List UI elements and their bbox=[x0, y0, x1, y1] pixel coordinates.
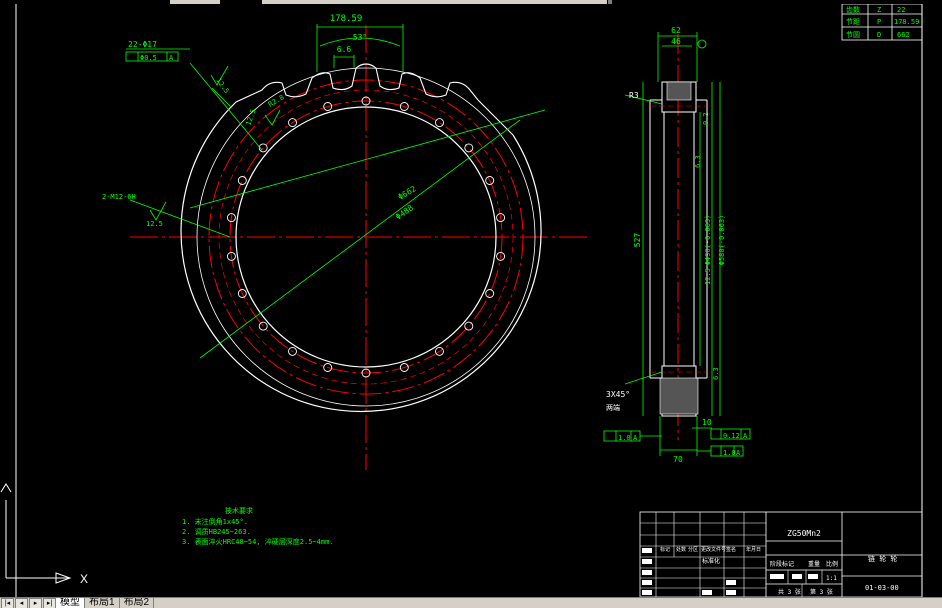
prev-tab-button[interactable]: ◂ bbox=[15, 598, 28, 608]
next-tab-button[interactable]: ▸ bbox=[29, 598, 42, 608]
tb-label-count: 处数 bbox=[676, 546, 686, 553]
thread-callout: 2-M12-6H bbox=[102, 193, 136, 201]
tech-notes: 技术要求 1. 未注倒角1x45°. 2. 调质HB245~263. 3. 表面… bbox=[182, 506, 334, 546]
tb-part-name: 链 轮 轮 bbox=[868, 554, 897, 563]
dim-dia-inner: Φ488 bbox=[394, 203, 415, 222]
layout-tab-bar: |◂ ◂ ▸ ▸| 模型 布局1 布局2 bbox=[0, 597, 942, 608]
top-toolbar-strip bbox=[0, 0, 942, 4]
bolt-hole bbox=[465, 144, 473, 152]
roughness-a: 0.2 bbox=[702, 112, 710, 125]
dim-tooth-width: 6.6 bbox=[337, 45, 352, 54]
tb-label-zone: 分区 bbox=[688, 546, 698, 553]
param-table: 齿数 Z 22 节距 P 178.59 节圆 D 662 bbox=[842, 4, 922, 40]
param-row-3-sym: D bbox=[877, 31, 881, 39]
param-row-3-val: 662 bbox=[897, 31, 910, 39]
tol-right-1-value: 0.12 bbox=[723, 432, 740, 440]
dim-bottom-width: 70 bbox=[673, 455, 683, 464]
param-row-1-sym: Z bbox=[877, 6, 881, 14]
dim-chamfer-note: 两端 bbox=[606, 403, 620, 412]
dim-height: 527 bbox=[633, 233, 642, 248]
param-row-1-val: 22 bbox=[897, 6, 905, 14]
dim-chord: 178.59 bbox=[330, 14, 363, 24]
roughness-d: 6.3 bbox=[712, 367, 720, 380]
param-row-2-label: 节距 bbox=[846, 18, 860, 26]
tb-label-date: 年月日 bbox=[746, 546, 761, 553]
tol-right-2-value: 1.0 bbox=[723, 449, 736, 457]
tb-material: ZG50Mn2 bbox=[787, 529, 821, 538]
roughness-2: R2.8 bbox=[267, 93, 286, 108]
hole-callout-count: 22-Φ17 bbox=[128, 40, 157, 49]
dim-top-width: 62 bbox=[671, 26, 681, 35]
bolt-hole bbox=[259, 322, 267, 330]
first-tab-button[interactable]: |◂ bbox=[1, 598, 14, 608]
tech-note-2: 2. 调质HB245~263. bbox=[182, 527, 251, 536]
tb-stage-label: 阶段标记 bbox=[770, 560, 794, 568]
side-view: 62 46 R3 527 Φ490(-0.063) Φ580(-0.063) 0… bbox=[604, 26, 750, 464]
dim-tooth-angle: 53° bbox=[353, 33, 367, 42]
tb-ratio-label: 比例 bbox=[826, 560, 838, 568]
dim-offset: 10 bbox=[702, 418, 712, 427]
tb-label-sign: 签名 bbox=[726, 546, 736, 553]
front-view: 178.59 53° 6.6 22-Φ17 Φ0.5 A 12.5 R2.8 1… bbox=[102, 14, 590, 470]
tech-note-1: 1. 未注倒角1x45°. bbox=[182, 517, 248, 526]
bolt-hole bbox=[238, 177, 246, 185]
bolt-hole bbox=[436, 119, 444, 127]
dim-dia-1: Φ490(-0.063) bbox=[704, 215, 712, 266]
ucs-icon: X bbox=[1, 484, 88, 586]
tol-left-value: 1.0 bbox=[618, 434, 631, 442]
dim-dia-2: Φ580(-0.063) bbox=[718, 215, 726, 266]
tb-scale: 1:1 bbox=[826, 575, 837, 582]
bolt-hole bbox=[465, 322, 473, 330]
tb-sheet-total: 共 3 张 bbox=[778, 588, 801, 596]
tb-drawing-no: 01-03-00 bbox=[865, 584, 899, 592]
param-row-1-label: 齿数 bbox=[846, 5, 860, 14]
title-block: 标记 处数 分区 更改文件号 签名 年月日 标准化 阶段标记 重量 比例 1:1… bbox=[640, 512, 922, 597]
dim-top-inner: 46 bbox=[671, 37, 681, 46]
last-tab-button[interactable]: ▸| bbox=[43, 598, 56, 608]
param-row-2-sym: P bbox=[877, 18, 881, 26]
tb-sheet-no: 第 3 张 bbox=[810, 588, 833, 596]
roughness-b: 6.3 bbox=[694, 155, 702, 168]
roughness-3: 12.5 bbox=[244, 108, 257, 127]
roughness-1: 12.5 bbox=[214, 77, 230, 95]
ucs-x-label: X bbox=[80, 572, 88, 586]
roughness-c: 12.5 bbox=[704, 268, 712, 285]
drawing-canvas[interactable]: 178.59 53° 6.6 22-Φ17 Φ0.5 A 12.5 R2.8 1… bbox=[0, 0, 942, 607]
bolt-hole bbox=[486, 290, 494, 298]
tb-std-label: 标准化 bbox=[702, 557, 720, 565]
param-row-3-label: 节圆 bbox=[846, 31, 860, 39]
hole-callout-tol: Φ0.5 bbox=[140, 54, 157, 62]
dim-radius: R3 bbox=[629, 91, 639, 100]
dim-chamfer: 3X45° bbox=[606, 390, 630, 399]
tech-note-3: 3. 表面淬火HRC48~54, 淬硬层深度2.5~4mm. bbox=[182, 537, 334, 546]
param-row-2-val: 178.59 bbox=[894, 18, 919, 26]
tb-label-change-doc: 更改文件号 bbox=[701, 546, 726, 553]
tb-weight-label: 重量 bbox=[808, 560, 820, 568]
tech-notes-title: 技术要求 bbox=[225, 506, 253, 515]
roughness-4: 12.5 bbox=[146, 220, 163, 228]
dim-dia-outer: Φ662 bbox=[397, 184, 418, 202]
tb-label-mark: 标记 bbox=[660, 546, 670, 553]
